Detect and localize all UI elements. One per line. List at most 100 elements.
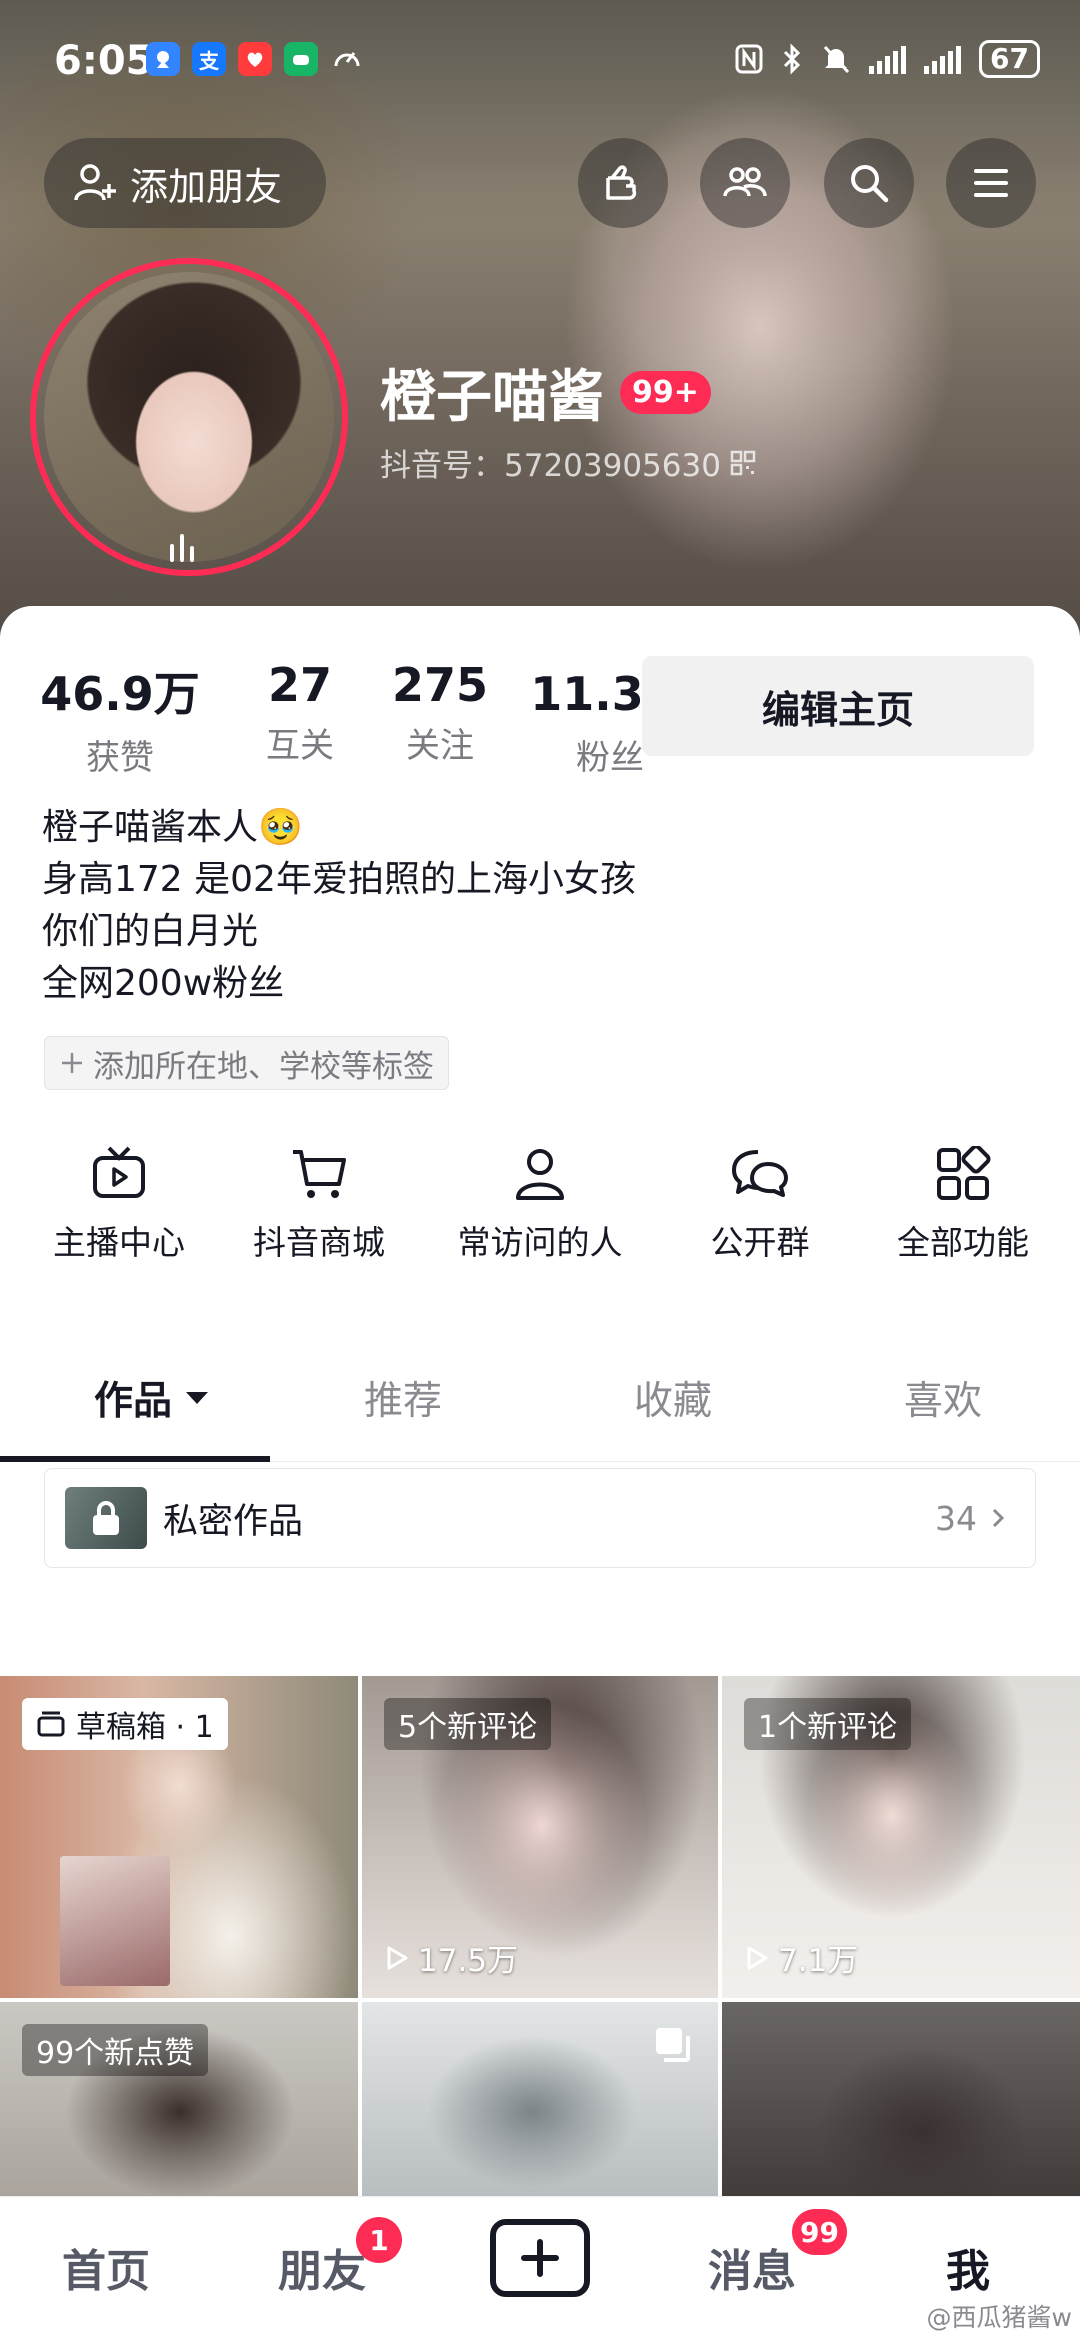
new-comments-tag: 1个新评论 — [744, 1698, 912, 1750]
avatar-ring[interactable] — [30, 258, 348, 576]
add-person-icon — [74, 164, 116, 201]
feature-label: 主播中心 — [53, 1223, 185, 1262]
stat-following-label: 关注 — [406, 726, 474, 766]
feature-shop[interactable]: 抖音商城 — [244, 1146, 394, 1264]
work-tile[interactable] — [722, 2002, 1080, 2202]
feature-all-functions[interactable]: 全部功能 — [888, 1146, 1038, 1264]
feature-shortcuts: 主播中心 抖音商城 常访问的人 公开群 全部功能 — [0, 1146, 1080, 1286]
private-works-row[interactable]: 私密作品 34 — [44, 1468, 1036, 1568]
stat-likes[interactable]: 46.9万 获赞 — [40, 658, 200, 779]
bio-line: 橙子喵酱本人🥹 — [42, 807, 303, 848]
play-count-value: 17.5万 — [418, 1943, 519, 1979]
nav-friends[interactable]: 朋友 — [278, 2235, 366, 2299]
qr-code-icon[interactable] — [729, 449, 757, 477]
tab-recommend[interactable]: 推荐 — [364, 1370, 442, 1426]
stat-mutual-value: 27 — [267, 658, 332, 712]
caret-down-icon[interactable] — [184, 1390, 210, 1406]
feature-streamer-center[interactable]: 主播中心 — [44, 1146, 194, 1264]
messages-badge: 99 — [792, 2209, 847, 2255]
tab-works-label: 作品 — [94, 1379, 173, 1424]
work-tile[interactable]: 5个新评论 17.5万 — [362, 1676, 718, 1998]
lock-icon — [93, 1501, 119, 1535]
person-icon — [516, 1149, 564, 1200]
stat-mutual-label: 互关 — [266, 726, 334, 766]
speed-icon — [330, 42, 364, 76]
weibo-watermark: @西瓜猪酱w — [926, 2303, 1072, 2331]
bio-line: 全网200w粉丝 — [42, 963, 285, 1004]
private-works-label: 私密作品 — [163, 1501, 304, 1542]
private-works-count: 34 — [935, 1498, 977, 1538]
search-icon — [851, 165, 889, 203]
add-friend-label: 添加朋友 — [130, 164, 283, 209]
play-icon — [387, 1946, 408, 1969]
work-tile[interactable]: 草稿箱 · 1 — [0, 1676, 358, 1998]
friends-button[interactable] — [700, 138, 790, 228]
feature-label: 全部功能 — [897, 1223, 1029, 1262]
play-icon — [747, 1946, 768, 1969]
nav-home[interactable]: 首页 — [62, 2235, 150, 2299]
work-tile[interactable]: 99个新点赞 — [0, 2002, 358, 2202]
feature-public-groups[interactable]: 公开群 — [700, 1146, 820, 1264]
play-count: 7.1万 — [744, 1935, 858, 1980]
private-works-thumbnail — [65, 1487, 147, 1549]
status-time: 6:05 — [54, 38, 154, 84]
signal-strength-icon — [869, 44, 907, 74]
profile-content-sheet: 46.9万 获赞 27 互关 275 关注 11.3万 粉丝 编辑主页 橙子喵酱… — [0, 606, 1080, 2331]
feature-label: 抖音商城 — [253, 1223, 385, 1262]
add-friend-button[interactable]: 添加朋友 — [44, 138, 326, 228]
nickname-badge[interactable]: 99+ — [620, 371, 711, 414]
system-status: 67 — [735, 40, 1040, 78]
status-bar: 6:05 支 67 — [0, 0, 1080, 120]
stat-likes-label: 获赞 — [86, 738, 154, 778]
stat-mutual[interactable]: 27 互关 — [220, 658, 380, 779]
drafts-tag[interactable]: 草稿箱 · 1 — [22, 1698, 228, 1750]
bottom-navigation: 首页 朋友 1 消息 99 我 — [0, 2196, 1080, 2331]
mute-bell-icon — [823, 45, 850, 74]
profile-topbar: 添加朋友 — [0, 138, 1080, 230]
stat-following[interactable]: 275 关注 — [380, 658, 500, 779]
drafts-box-icon — [37, 1711, 65, 1737]
chat-bubbles-icon — [732, 1150, 788, 1197]
profile-stats: 46.9万 获赞 27 互关 275 关注 11.3万 粉丝 — [40, 658, 690, 779]
new-likes-tag: 99个新点赞 — [22, 2024, 209, 2076]
avatar[interactable] — [44, 272, 334, 562]
battery-level: 67 — [979, 40, 1040, 78]
search-button[interactable] — [824, 138, 914, 228]
nav-me[interactable]: 我 — [946, 2235, 990, 2299]
work-tile[interactable]: 1个新评论 7.1万 — [722, 1676, 1080, 1998]
play-count-value: 7.1万 — [778, 1943, 859, 1979]
multi-photo-icon — [656, 2028, 690, 2062]
nickname-text: 橙子喵酱 — [380, 365, 604, 430]
tab-works[interactable]: 作品 — [94, 1370, 210, 1426]
bio-line: 你们的白月光 — [42, 911, 259, 952]
add-tag-label: 添加所在地、学校等标签 — [93, 1048, 434, 1085]
edit-profile-button[interactable]: 编辑主页 — [642, 656, 1034, 756]
nav-messages[interactable]: 消息 — [708, 2235, 796, 2299]
douyin-id[interactable]: 抖音号：57203905630 — [380, 440, 757, 485]
hamburger-menu-icon — [974, 169, 1008, 197]
game-icon — [284, 42, 318, 76]
work-tile[interactable] — [362, 2002, 718, 2202]
baidu-map-icon — [146, 42, 180, 76]
feature-frequent-visitors[interactable]: 常访问的人 — [448, 1146, 632, 1264]
bio-line: 身高172 是02年爱拍照的上海小女孩 — [42, 859, 636, 900]
plus-icon — [521, 2239, 559, 2277]
photo-book-prop — [60, 1856, 170, 1986]
alipay-icon: 支 — [192, 42, 226, 76]
profile-nickname: 橙子喵酱 99+ — [380, 352, 711, 433]
signal-strength-2-icon — [924, 44, 962, 74]
play-count: 17.5万 — [384, 1935, 518, 1980]
feature-label: 常访问的人 — [457, 1223, 623, 1262]
drafts-label: 草稿箱 · 1 — [76, 1710, 214, 1745]
tv-icon — [93, 1146, 145, 1198]
menu-button[interactable] — [946, 138, 1036, 228]
add-tag-button[interactable]: 添加所在地、学校等标签 — [44, 1036, 449, 1090]
grid-icon — [937, 1146, 991, 1200]
visitor-button[interactable] — [578, 138, 668, 228]
tab-likes[interactable]: 喜欢 — [904, 1370, 982, 1426]
create-post-button[interactable] — [490, 2219, 590, 2297]
profile-bio: 橙子喵酱本人🥹 身高172 是02年爱拍照的上海小女孩 你们的白月光 全网200… — [42, 802, 636, 1010]
nfc-icon — [735, 44, 763, 74]
tab-favorites[interactable]: 收藏 — [634, 1370, 712, 1426]
stat-likes-value: 46.9万 — [40, 667, 200, 721]
